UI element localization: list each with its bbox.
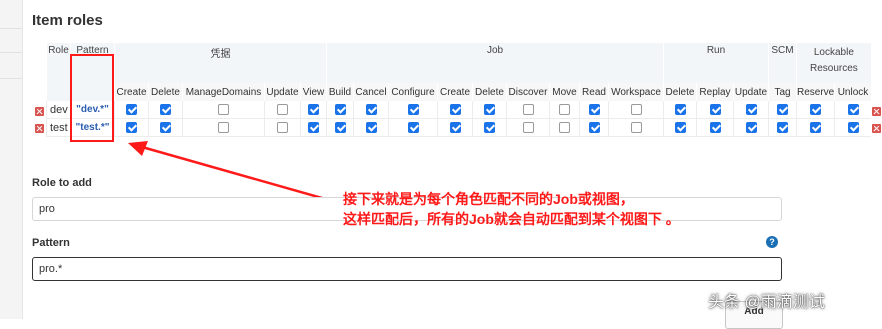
annotation-text: 接下来就是为每个角色匹配不同的Job或视图， 这样匹配后，所有的Job就会自动匹… (343, 189, 680, 229)
watermark-text: 头条 @雨滴测试 (708, 294, 825, 311)
annotation-line-1: 接下来就是为每个角色匹配不同的Job或视图， (343, 191, 634, 207)
pattern-label: Pattern (32, 237, 70, 249)
help-icon[interactable]: ? (766, 236, 778, 248)
role-to-add-label: Role to add (32, 177, 92, 189)
annotation-line-2: 这样匹配后，所有的Job就会自动匹配到某个视图下 。 (343, 211, 680, 227)
pattern-input[interactable]: pro.* (32, 257, 782, 281)
